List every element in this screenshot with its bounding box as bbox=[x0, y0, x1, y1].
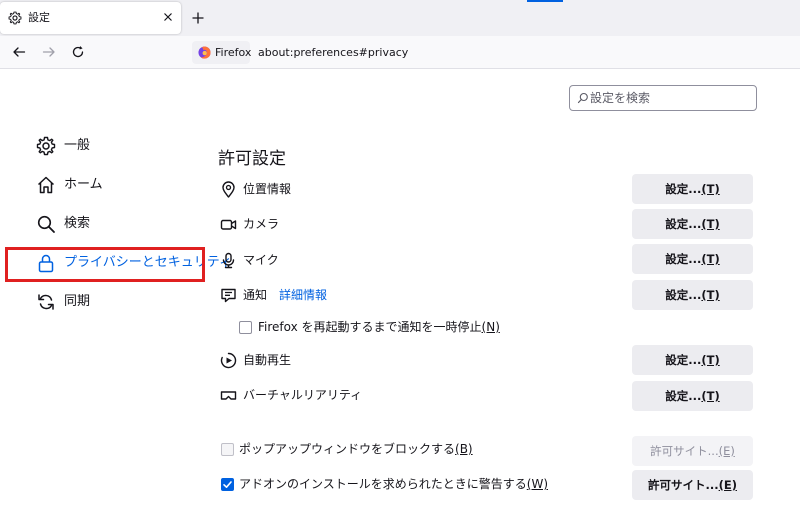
location-settings-button[interactable]: 設定... (T) bbox=[632, 174, 753, 204]
back-arrow-icon[interactable] bbox=[11, 44, 27, 60]
search-icon bbox=[37, 215, 55, 233]
url-text[interactable]: about:preferences#privacy bbox=[258, 45, 408, 60]
button-accel: (T) bbox=[701, 288, 720, 302]
checkmark-icon bbox=[223, 481, 232, 488]
permission-label: 自動再生 bbox=[243, 353, 292, 367]
permission-label: 通知 bbox=[243, 288, 268, 302]
button-label: 許可サイト... bbox=[650, 444, 719, 458]
close-icon[interactable] bbox=[161, 10, 175, 24]
permission-label: カメラ bbox=[243, 217, 280, 231]
warn-addons-checkbox[interactable] bbox=[221, 478, 234, 491]
button-accel: (E) bbox=[718, 444, 735, 458]
selection-highlight bbox=[5, 247, 205, 282]
permission-label: マイク bbox=[243, 253, 279, 267]
vr-icon bbox=[220, 391, 237, 400]
warn-addons-label: アドオンのインストールを求められたときに警告する(W) bbox=[239, 476, 548, 493]
autoplay-settings-button[interactable]: 設定... (T) bbox=[632, 345, 753, 375]
button-accel: (T) bbox=[701, 389, 720, 403]
warn-addons-accel: (W) bbox=[526, 477, 548, 491]
tab-accent-line bbox=[527, 0, 563, 2]
search-input[interactable] bbox=[590, 89, 750, 107]
tab-settings[interactable]: 設定 bbox=[0, 2, 181, 34]
tab-title: 設定 bbox=[28, 11, 50, 24]
sync-icon bbox=[38, 294, 54, 310]
microphone-settings-button[interactable]: 設定... (T) bbox=[632, 244, 753, 274]
identity-label: Firefox bbox=[215, 46, 252, 59]
category-sync[interactable]: 同期 bbox=[36, 289, 90, 315]
identity-box[interactable]: Firefox bbox=[192, 41, 252, 64]
popup-exceptions-button[interactable]: 許可サイト... (E) bbox=[632, 436, 753, 466]
location-icon bbox=[222, 181, 235, 198]
camera-settings-button[interactable]: 設定... (T) bbox=[632, 209, 753, 239]
category-label: 同期 bbox=[64, 294, 91, 309]
pause-notifications-text: Firefox を再起動するまで通知を一時停止 bbox=[258, 320, 482, 334]
settings-search-box[interactable] bbox=[569, 85, 757, 111]
category-general[interactable]: 一般 bbox=[36, 133, 90, 159]
block-popups-text: ポップアップウィンドウをブロックする bbox=[239, 442, 456, 456]
section-title: 許可設定 bbox=[218, 149, 286, 169]
block-popups-accel: (B) bbox=[455, 442, 473, 456]
pause-notifications-checkbox[interactable] bbox=[239, 321, 252, 334]
button-accel: (E) bbox=[718, 478, 737, 492]
gear-icon bbox=[36, 136, 56, 156]
button-label: 許可サイト... bbox=[648, 478, 719, 492]
button-accel: (T) bbox=[701, 182, 720, 196]
category-label: 検索 bbox=[64, 216, 91, 231]
warn-addons-text: アドオンのインストールを求められたときに警告する bbox=[239, 477, 527, 491]
reload-icon[interactable] bbox=[70, 44, 86, 60]
forward-arrow-icon[interactable] bbox=[41, 44, 57, 60]
permission-label: バーチャルリアリティ bbox=[243, 388, 363, 402]
block-popups-checkbox[interactable] bbox=[221, 443, 234, 456]
microphone-icon bbox=[222, 252, 235, 269]
navigation-bar: Firefox about:preferences#privacy bbox=[0, 36, 800, 69]
category-label: ホーム bbox=[64, 177, 103, 192]
category-search[interactable]: 検索 bbox=[36, 211, 90, 237]
tab-strip: 設定 bbox=[0, 0, 800, 36]
autoplay-icon bbox=[220, 352, 237, 369]
category-home[interactable]: ホーム bbox=[36, 172, 103, 198]
permission-label: 位置情報 bbox=[243, 182, 292, 196]
pause-notifications-accel: (N) bbox=[481, 320, 500, 334]
camera-icon bbox=[220, 219, 237, 230]
button-accel: (T) bbox=[701, 217, 720, 231]
button-label: 設定... bbox=[665, 252, 702, 266]
url-bar[interactable]: Firefox about:preferences#privacy bbox=[188, 39, 800, 66]
addon-exceptions-button[interactable]: 許可サイト... (E) bbox=[632, 470, 753, 500]
notifications-settings-button[interactable]: 設定... (T) bbox=[632, 280, 753, 310]
learn-more-link[interactable]: 詳細情報 bbox=[279, 286, 327, 304]
button-label: 設定... bbox=[665, 182, 702, 196]
button-label: 設定... bbox=[665, 217, 702, 231]
button-accel: (T) bbox=[701, 353, 720, 367]
category-label: 一般 bbox=[64, 138, 91, 153]
pause-notifications-label: Firefox を再起動するまで通知を一時停止(N) bbox=[258, 319, 500, 336]
firefox-logo-icon bbox=[198, 46, 211, 59]
gear-icon bbox=[8, 11, 22, 25]
button-accel: (T) bbox=[701, 252, 720, 266]
block-popups-label: ポップアップウィンドウをブロックする(B) bbox=[239, 441, 473, 458]
plus-icon[interactable] bbox=[190, 10, 206, 26]
button-label: 設定... bbox=[665, 389, 702, 403]
button-label: 設定... bbox=[665, 353, 702, 367]
button-label: 設定... bbox=[665, 288, 702, 302]
preferences-page: 一般 ホーム 検索 プライバシーとセキュリティ 同期 許可設定 bbox=[0, 70, 800, 523]
home-icon bbox=[37, 176, 55, 194]
notification-icon bbox=[221, 288, 236, 303]
vr-settings-button[interactable]: 設定... (T) bbox=[632, 381, 753, 411]
search-icon bbox=[577, 92, 588, 104]
